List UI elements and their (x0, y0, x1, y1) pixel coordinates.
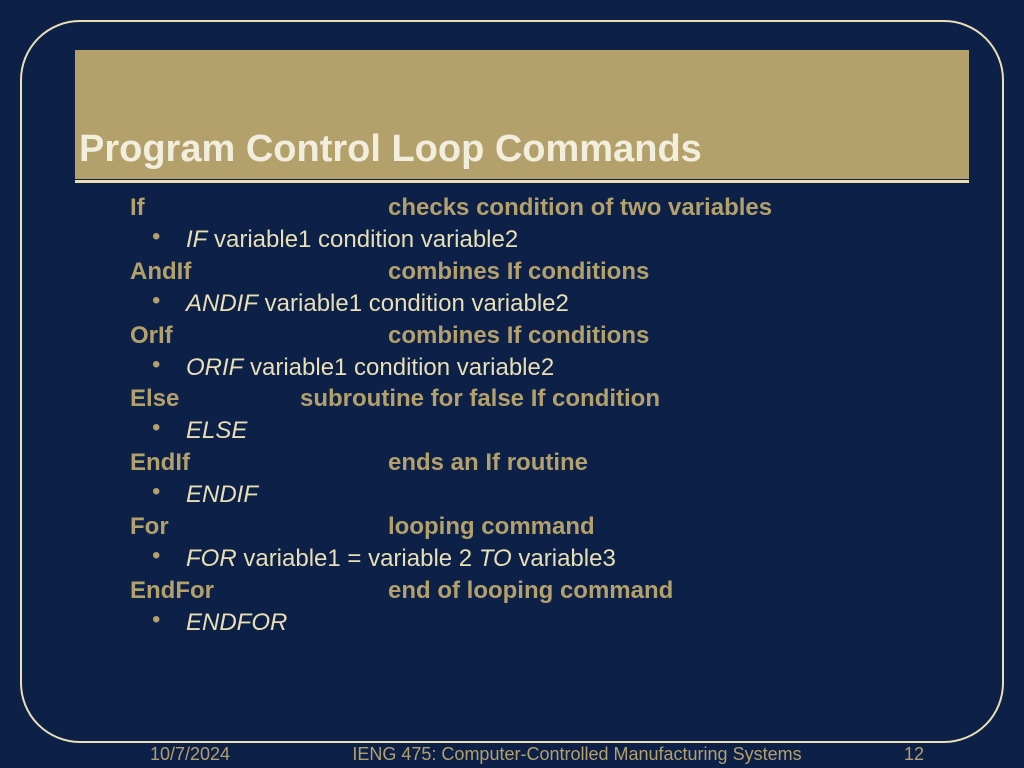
command-syntax: IF variable1 condition variable2 (186, 224, 518, 256)
command-name: EndFor (130, 575, 388, 607)
command-description: ends an If routine (388, 447, 588, 479)
title-block: Program Control Loop Commands (75, 50, 969, 179)
command-name: Else (130, 383, 300, 415)
syntax-keyword: ELSE (186, 417, 247, 444)
command-name: For (130, 511, 388, 543)
command-syntax: ELSE (186, 415, 247, 447)
command-syntax-row: •ENDIF (130, 479, 964, 511)
command-row: Ifchecks condition of two variables (130, 192, 964, 224)
syntax-keyword: FOR (186, 545, 237, 572)
command-row: Forlooping command (130, 511, 964, 543)
command-syntax-row: •ORIF variable1 condition variable2 (130, 352, 964, 384)
command-description: looping command (388, 511, 595, 543)
command-name: OrIf (130, 320, 388, 352)
command-syntax: FOR variable1 = variable 2 TO variable3 (186, 543, 616, 575)
command-syntax-row: •FOR variable1 = variable 2 TO variable3 (130, 543, 964, 575)
command-name: If (130, 192, 388, 224)
title-underline (75, 180, 969, 183)
command-syntax: ENDFOR (186, 607, 287, 639)
command-syntax-row: •IF variable1 condition variable2 (130, 224, 964, 256)
command-syntax: ENDIF (186, 479, 258, 511)
command-syntax-row: •ENDFOR (130, 607, 964, 639)
footer: 10/7/2024 IENG 475: Computer-Controlled … (0, 744, 1024, 766)
command-row: EndForend of looping command (130, 575, 964, 607)
syntax-keyword: ORIF (186, 354, 243, 381)
command-syntax-row: •ELSE (130, 415, 964, 447)
syntax-keyword: ENDIF (186, 481, 258, 508)
bullet-icon: • (130, 285, 186, 317)
syntax-keyword: ANDIF (186, 290, 258, 317)
slide-title: Program Control Loop Commands (75, 120, 969, 179)
bullet-icon: • (130, 604, 186, 636)
footer-page: 12 (824, 744, 1024, 766)
syntax-keyword: IF (186, 226, 207, 253)
slide-body: Ifchecks condition of two variables•IF v… (130, 192, 964, 639)
command-name: AndIf (130, 256, 388, 288)
command-row: OrIfcombines If conditions (130, 320, 964, 352)
syntax-keyword: ENDFOR (186, 609, 287, 636)
command-row: Elsesubroutine for false If condition (130, 383, 964, 415)
command-syntax: ORIF variable1 condition variable2 (186, 352, 554, 384)
command-syntax-row: •ANDIF variable1 condition variable2 (130, 288, 964, 320)
footer-date: 10/7/2024 (0, 744, 330, 766)
bullet-icon: • (130, 412, 186, 444)
command-syntax: ANDIF variable1 condition variable2 (186, 288, 569, 320)
command-description: combines If conditions (388, 320, 649, 352)
command-description: subroutine for false If condition (300, 383, 660, 415)
command-name: EndIf (130, 447, 388, 479)
syntax-keyword: TO (479, 545, 512, 572)
command-description: checks condition of two variables (388, 192, 772, 224)
command-description: end of looping command (388, 575, 673, 607)
command-description: combines If conditions (388, 256, 649, 288)
bullet-icon: • (130, 540, 186, 572)
bullet-icon: • (130, 476, 186, 508)
bullet-icon: • (130, 221, 186, 253)
command-row: AndIfcombines If conditions (130, 256, 964, 288)
footer-course: IENG 475: Computer-Controlled Manufactur… (330, 744, 824, 766)
command-row: EndIfends an If routine (130, 447, 964, 479)
bullet-icon: • (130, 349, 186, 381)
